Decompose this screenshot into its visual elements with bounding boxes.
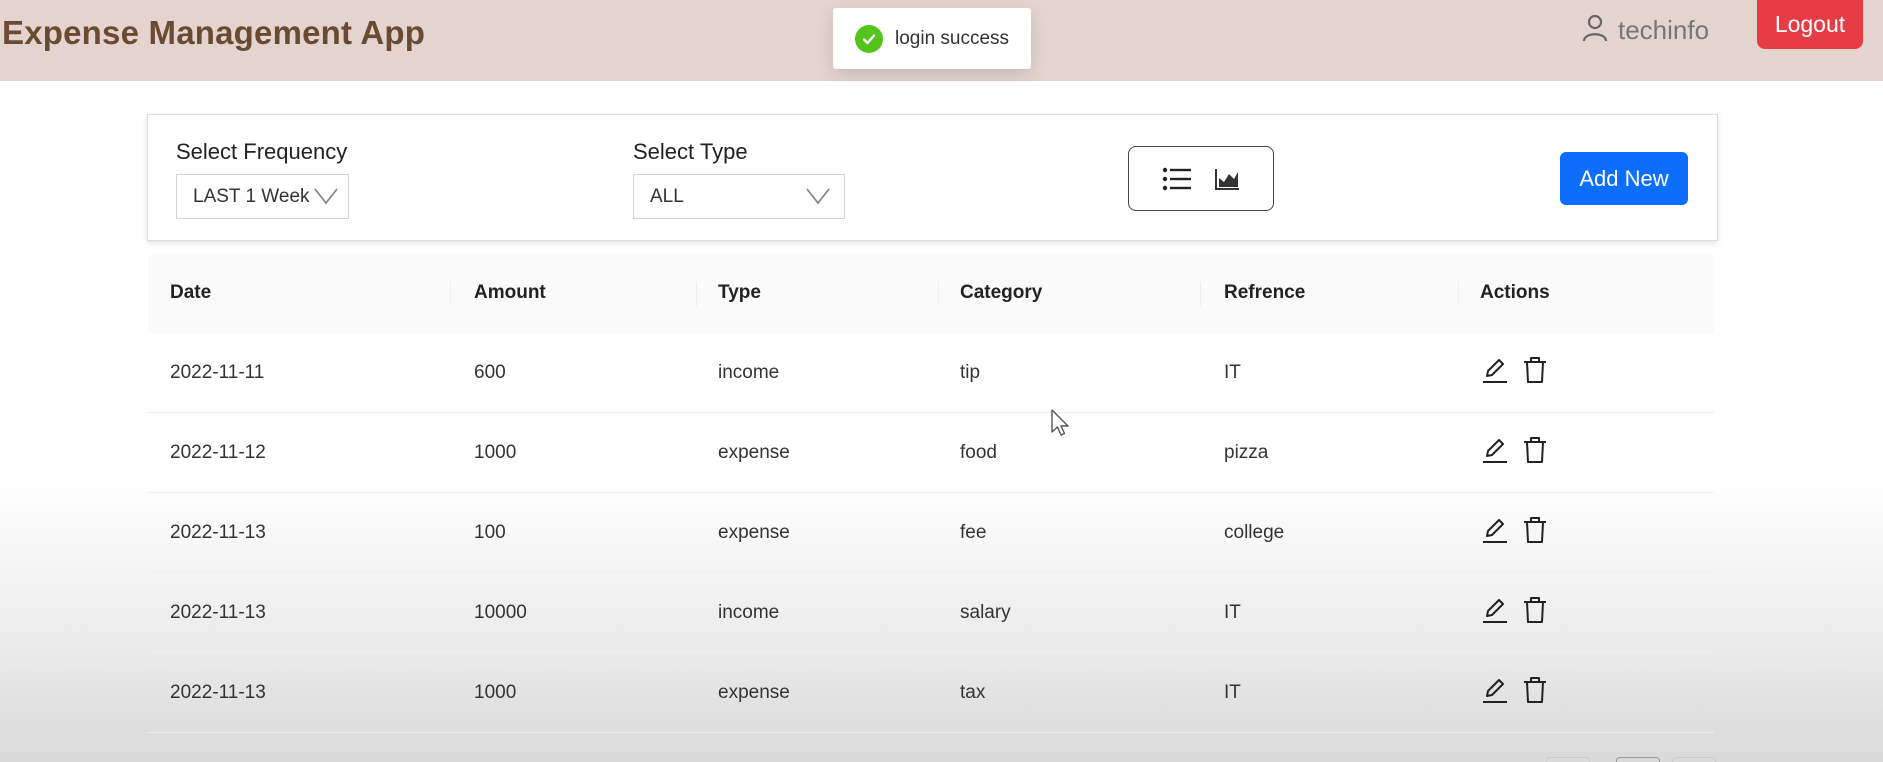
table-row: 2022-11-13 10000 income salary IT (148, 573, 1714, 653)
pagination-next-button[interactable] (1672, 757, 1716, 762)
cell-category: tax (960, 682, 986, 703)
frequency-select[interactable]: LAST 1 Week (176, 174, 349, 219)
column-divider (1458, 282, 1459, 306)
cell-type: expense (718, 442, 790, 463)
username: techinfo (1618, 14, 1710, 45)
cell-amount: 100 (474, 522, 506, 543)
edit-icon[interactable] (1482, 436, 1508, 470)
edit-icon[interactable] (1482, 676, 1508, 710)
table-header: Date Amount Type Category Refrence Actio… (148, 255, 1714, 333)
column-divider (696, 282, 697, 306)
delete-icon[interactable] (1522, 676, 1548, 710)
view-toggle (1128, 146, 1274, 211)
add-new-button[interactable]: Add New (1560, 152, 1688, 205)
list-icon[interactable] (1162, 167, 1192, 196)
table-row: 2022-11-12 1000 expense food pizza (148, 413, 1714, 493)
cell-category: salary (960, 602, 1011, 623)
row-actions (1482, 356, 1548, 390)
column-header-type: Type (718, 282, 761, 303)
filter-panel: Select Frequency LAST 1 Week Select Type… (147, 114, 1718, 241)
cell-date: 2022-11-12 (170, 442, 266, 463)
user-menu[interactable]: techinfo (1582, 12, 1709, 48)
edit-icon[interactable] (1482, 596, 1508, 630)
cell-category: tip (960, 362, 981, 383)
chevron-down-icon (806, 188, 830, 205)
column-divider (1200, 282, 1201, 306)
table-row: 2022-11-13 1000 expense tax IT (148, 653, 1714, 733)
type-label: Select Type (633, 139, 748, 164)
delete-icon[interactable] (1522, 436, 1548, 470)
area-chart-icon[interactable] (1214, 167, 1240, 196)
cell-date: 2022-11-13 (170, 682, 266, 703)
column-header-reference: Refrence (1224, 282, 1306, 303)
cell-reference: IT (1224, 602, 1241, 623)
cell-type: income (718, 362, 780, 383)
cell-reference: pizza (1224, 442, 1269, 463)
cell-amount: 10000 (474, 602, 527, 623)
cell-date: 2022-11-11 (170, 362, 265, 383)
column-divider (450, 282, 451, 306)
app-title: Expense Management App (2, 14, 426, 51)
column-header-amount: Amount (474, 282, 546, 303)
cell-amount: 1000 (474, 682, 517, 703)
column-header-category: Category (960, 282, 1043, 303)
cell-reference: college (1224, 522, 1285, 543)
type-value: ALL (650, 185, 684, 207)
delete-icon[interactable] (1522, 356, 1548, 390)
toast-message: login success (895, 27, 1010, 49)
user-icon (1582, 12, 1608, 49)
row-actions (1482, 436, 1548, 470)
edit-icon[interactable] (1482, 356, 1508, 390)
cell-amount: 1000 (474, 442, 517, 463)
delete-icon[interactable] (1522, 596, 1548, 630)
cell-date: 2022-11-13 (170, 522, 266, 543)
row-actions (1482, 676, 1548, 710)
column-divider (938, 282, 939, 306)
check-circle-icon (855, 24, 883, 53)
frequency-label: Select Frequency (176, 139, 348, 164)
table-row: 2022-11-11 600 income tip IT (148, 333, 1714, 413)
cell-type: expense (718, 682, 790, 703)
logout-button[interactable]: Logout (1757, 0, 1863, 49)
login-toast: login success (833, 8, 1031, 69)
edit-icon[interactable] (1482, 516, 1508, 550)
cell-category: fee (960, 522, 987, 543)
row-actions (1482, 516, 1548, 550)
column-header-actions: Actions (1480, 282, 1550, 303)
cell-category: food (960, 442, 997, 463)
transactions-table: Date Amount Type Category Refrence Actio… (148, 255, 1714, 733)
cell-reference: IT (1224, 362, 1241, 383)
delete-icon[interactable] (1522, 516, 1548, 550)
pagination-prev-button[interactable] (1546, 757, 1590, 762)
type-select[interactable]: ALL (633, 174, 845, 219)
cell-amount: 600 (474, 362, 506, 383)
chevron-down-icon (314, 188, 338, 205)
table-row: 2022-11-13 100 expense fee college (148, 493, 1714, 573)
column-header-date: Date (170, 282, 212, 303)
cell-type: income (718, 602, 780, 623)
frequency-value: LAST 1 Week (193, 185, 310, 207)
cell-type: expense (718, 522, 790, 543)
pagination-page-button[interactable] (1616, 757, 1660, 762)
row-actions (1482, 596, 1548, 630)
mouse-cursor-icon (1051, 409, 1069, 436)
cell-date: 2022-11-13 (170, 602, 266, 623)
cell-reference: IT (1224, 682, 1241, 703)
